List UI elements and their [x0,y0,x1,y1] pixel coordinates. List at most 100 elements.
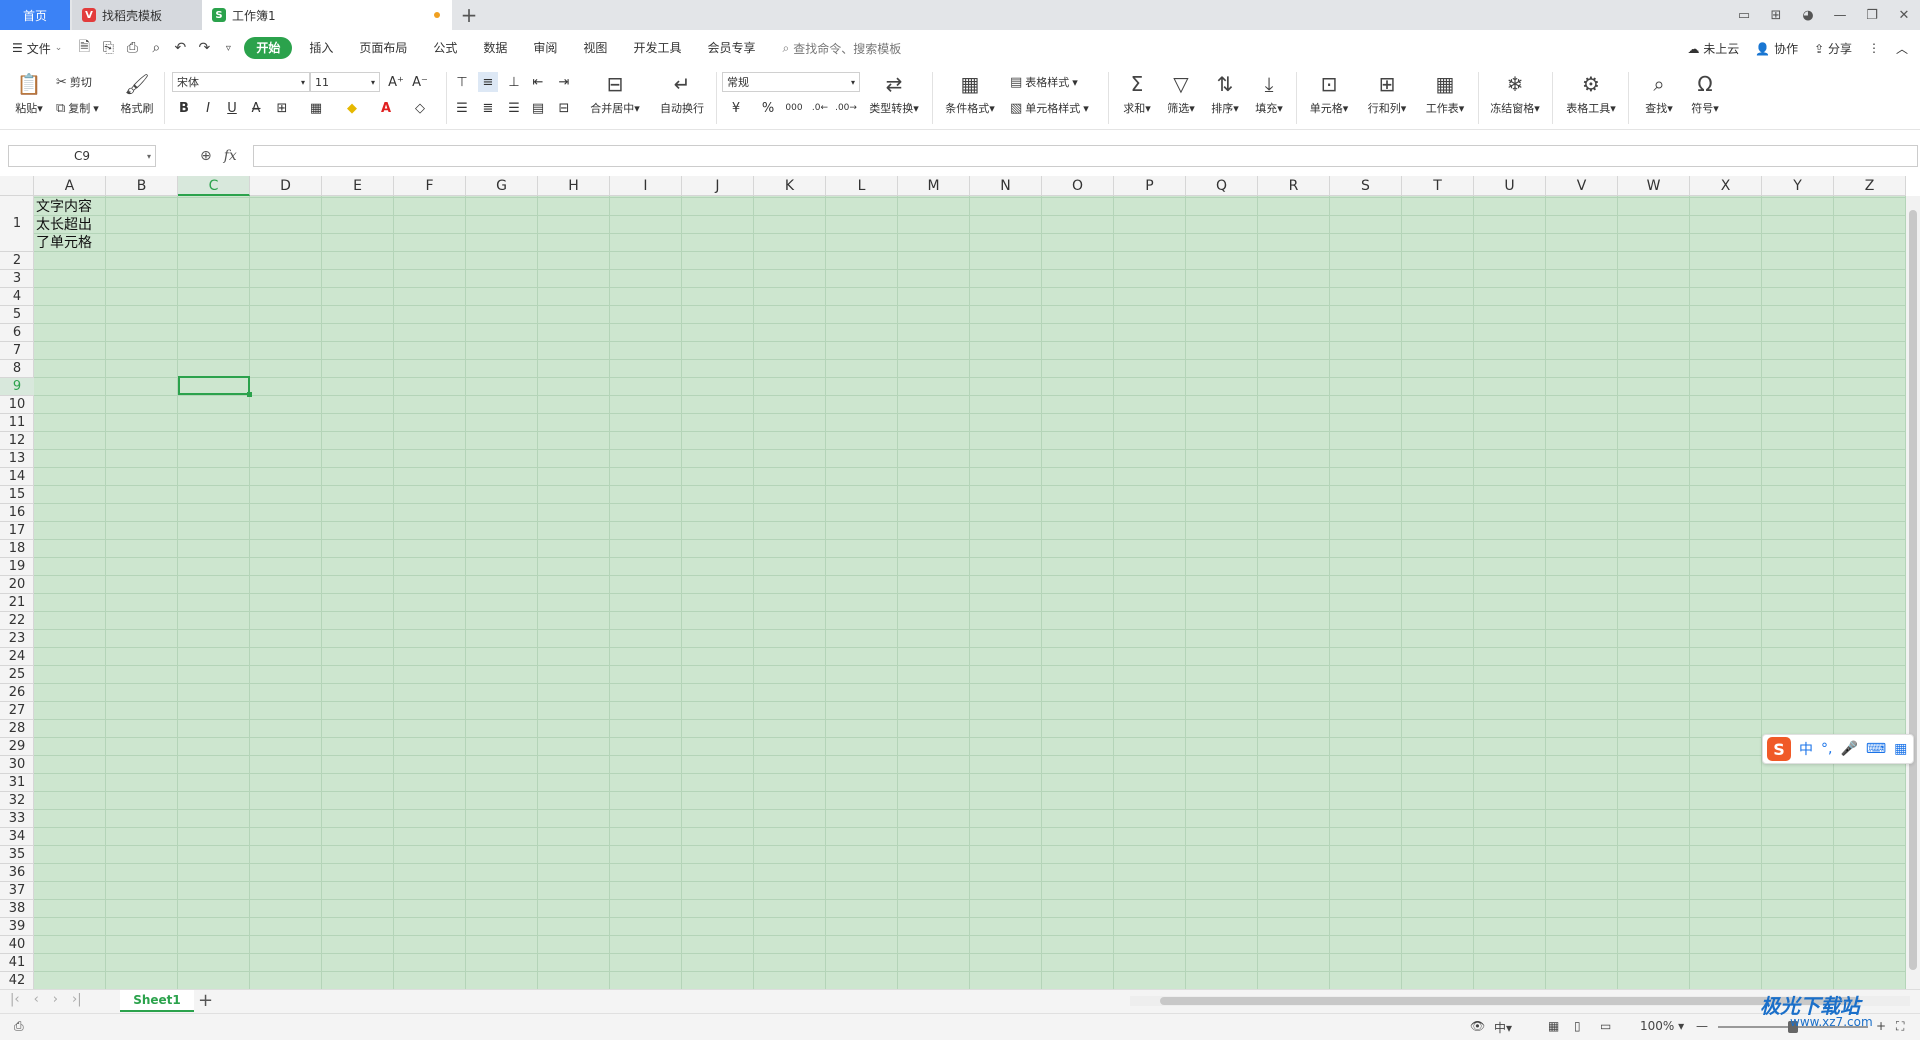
tab-review[interactable]: 审阅 [520,37,570,59]
row-header[interactable]: 29 [0,738,34,756]
quick-access-more-icon[interactable]: ▿ [216,36,240,60]
apps-grid-icon[interactable]: ⊞ [1760,8,1792,23]
select-all-corner[interactable] [0,176,34,196]
freeze-panes-button[interactable]: ❄ 冻结窗格▾ [1484,70,1546,116]
font-size-select[interactable]: 11 ▾ [310,72,380,92]
fx-icon[interactable]: fx [224,148,237,164]
align-right-icon[interactable]: ☰ [504,98,524,118]
symbol-button[interactable]: Ω 符号▾ [1682,70,1728,116]
row-header[interactable]: 30 [0,756,34,774]
keyboard-icon[interactable]: ⌨ [1866,741,1886,757]
increase-decimal-icon[interactable]: .0← [810,98,830,118]
strikethrough-icon[interactable]: A̶ [246,98,266,118]
ime-mode[interactable]: 中 [1799,739,1813,759]
formula-input[interactable] [253,145,1918,167]
align-center-icon[interactable]: ≣ [478,98,498,118]
sum-button[interactable]: Σ 求和▾ [1114,70,1160,116]
table-style-button[interactable]: ▤ 表格样式 ▾ [1010,72,1078,92]
row-header[interactable]: 11 [0,414,34,432]
percent-icon[interactable]: % [758,98,778,118]
page-break-view-icon[interactable]: ▭ [1600,1019,1611,1033]
file-menu[interactable]: ☰ 文件 ⌄ [12,40,62,57]
save-icon[interactable]: 🗎 [72,36,96,60]
row-header[interactable]: 4 [0,288,34,306]
clear-format-icon[interactable]: ◇ [410,98,430,118]
fullscreen-icon[interactable]: ⛶ [1896,1019,1904,1034]
row-header[interactable]: 9 [0,378,34,396]
macro-record-icon[interactable]: ⎙ [14,1019,24,1034]
conditional-format-button[interactable]: ▦ 条件格式▾ [940,70,1000,116]
last-sheet-icon[interactable]: ›| [72,992,82,1007]
column-header[interactable]: L [826,176,898,196]
row-header[interactable]: 42 [0,972,34,990]
column-header[interactable]: E [322,176,394,196]
column-header[interactable]: V [1546,176,1618,196]
row-header[interactable]: 13 [0,450,34,468]
border-icon[interactable]: ⊞ [272,98,292,118]
zoom-formula-icon[interactable]: ⊕ [200,148,212,164]
tab-insert[interactable]: 插入 [296,37,346,59]
column-header[interactable]: P [1114,176,1186,196]
table-tools-button[interactable]: ⚙ 表格工具▾ [1560,70,1622,116]
italic-icon[interactable]: I [198,98,218,118]
column-header[interactable]: I [610,176,682,196]
add-sheet-button[interactable]: + [198,990,213,1011]
column-header[interactable]: D [250,176,322,196]
row-header[interactable]: 23 [0,630,34,648]
column-header[interactable]: M [898,176,970,196]
column-header[interactable]: R [1258,176,1330,196]
row-header[interactable]: 19 [0,558,34,576]
filter-button[interactable]: ▽ 筛选▾ [1158,70,1204,116]
row-header[interactable]: 10 [0,396,34,414]
row-header[interactable]: 16 [0,504,34,522]
more-icon[interactable]: ⋮ [1868,41,1880,55]
cell-fill-pattern-icon[interactable]: ▦ [306,98,326,118]
row-header[interactable]: 36 [0,864,34,882]
column-header[interactable]: U [1474,176,1546,196]
column-header[interactable]: N [970,176,1042,196]
zoom-out-icon[interactable]: — [1696,1019,1708,1033]
collab-button[interactable]: 👤 协作 [1755,40,1798,57]
cell-a1[interactable]: 文字内容太长超出了单元格 [34,196,106,252]
active-cell-c9[interactable] [178,376,252,397]
align-bottom-icon[interactable]: ⊥ [504,72,524,92]
tab-formulas[interactable]: 公式 [420,37,470,59]
row-header[interactable]: 8 [0,360,34,378]
row-header[interactable]: 35 [0,846,34,864]
next-sheet-icon[interactable]: › [53,992,58,1007]
type-convert-button[interactable]: ⇄ 类型转换▾ [864,70,924,116]
row-header[interactable]: 38 [0,900,34,918]
row-header[interactable]: 5 [0,306,34,324]
column-header[interactable]: Z [1834,176,1906,196]
row-header[interactable]: 27 [0,702,34,720]
close-icon[interactable]: ✕ [1888,8,1920,23]
column-header[interactable]: T [1402,176,1474,196]
vertical-scrollbar[interactable] [1906,196,1920,989]
cell-style-button[interactable]: ▧ 单元格样式 ▾ [1010,98,1089,118]
export-pdf-icon[interactable]: ⎘ [96,36,120,60]
column-header[interactable]: X [1690,176,1762,196]
row-header[interactable]: 34 [0,828,34,846]
sheet-tab-sheet1[interactable]: Sheet1 [120,990,194,1012]
find-button[interactable]: ⌕ 查找▾ [1636,70,1682,116]
justify-icon[interactable]: ▤ [528,98,548,118]
row-header[interactable]: 24 [0,648,34,666]
row-header[interactable]: 32 [0,792,34,810]
row-header[interactable]: 1 [0,196,34,252]
align-left-icon[interactable]: ☰ [452,98,472,118]
normal-view-icon[interactable]: ▦ [1548,1019,1559,1033]
column-header[interactable]: F [394,176,466,196]
tab-developer[interactable]: 开发工具 [620,37,694,59]
row-col-button[interactable]: ⊞ 行和列▾ [1360,70,1414,116]
fill-button[interactable]: ⤓ 填充▾ [1246,70,1292,116]
row-header[interactable]: 21 [0,594,34,612]
avatar[interactable]: ◕ [1792,8,1824,23]
cells-area[interactable] [34,196,1906,989]
sogou-logo-icon[interactable]: S [1767,737,1791,761]
column-header[interactable]: J [682,176,754,196]
worksheet-button[interactable]: ▦ 工作表▾ [1418,70,1472,116]
cloud-status-button[interactable]: ☁ 未上云 [1687,40,1739,57]
row-header[interactable]: 15 [0,486,34,504]
tab-page-layout[interactable]: 页面布局 [346,37,420,59]
print-preview-icon[interactable]: ⌕ [144,36,168,60]
